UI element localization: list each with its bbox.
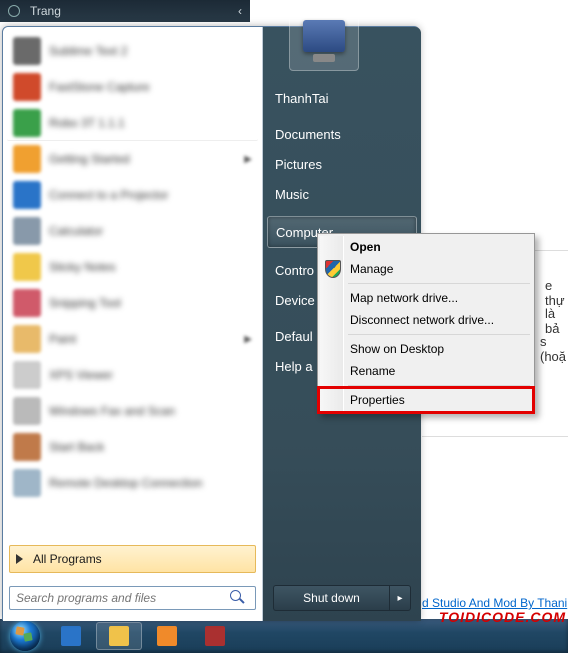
context-item-label: Rename bbox=[350, 364, 395, 378]
context-item-label: Open bbox=[350, 240, 381, 254]
user-avatar[interactable] bbox=[289, 1, 359, 71]
all-programs-button[interactable]: All Programs bbox=[9, 545, 256, 573]
watermark: TOIDICODE.COM bbox=[439, 609, 566, 625]
context-item-properties[interactable]: Properties bbox=[320, 389, 532, 411]
program-icon bbox=[13, 361, 41, 389]
computer-icon bbox=[303, 20, 345, 52]
program-icon bbox=[13, 433, 41, 461]
shutdown-options-button[interactable]: ▸ bbox=[389, 585, 411, 611]
program-label: Sublime Text 2 bbox=[49, 44, 128, 58]
context-item-map-network-drive-[interactable]: Map network drive... bbox=[320, 287, 532, 309]
pinned-program-item[interactable]: Snipping Tool bbox=[7, 285, 258, 321]
context-item-show-on-desktop[interactable]: Show on Desktop bbox=[320, 338, 532, 360]
shutdown-label: Shut down bbox=[303, 591, 360, 605]
triangle-right-icon bbox=[16, 554, 23, 564]
context-item-label: Manage bbox=[350, 262, 393, 276]
program-label: Connect to a Projector bbox=[49, 188, 168, 202]
context-item-label: Map network drive... bbox=[350, 291, 458, 305]
program-label: XPS Viewer bbox=[49, 368, 113, 382]
pinned-program-item[interactable]: Calculator bbox=[7, 213, 258, 249]
taskbar-button[interactable] bbox=[96, 622, 142, 650]
program-icon bbox=[13, 253, 41, 281]
pinned-program-item[interactable]: FastStone Capture bbox=[7, 69, 258, 105]
pinned-program-item[interactable]: Sticky Notes bbox=[7, 249, 258, 285]
context-item-manage[interactable]: Manage bbox=[320, 258, 532, 280]
globe-icon bbox=[8, 5, 20, 17]
pinned-program-item[interactable]: Getting Started ▶ bbox=[7, 141, 258, 177]
windows-orb-icon bbox=[10, 621, 40, 651]
program-icon bbox=[13, 397, 41, 425]
program-label: Calculator bbox=[49, 224, 103, 238]
start-button[interactable] bbox=[4, 621, 46, 651]
chevron-left-icon: ‹ bbox=[238, 4, 242, 18]
right-pane-item-documents[interactable]: Documents bbox=[263, 119, 421, 149]
search-input[interactable] bbox=[9, 586, 256, 610]
right-pane-item-pictures[interactable]: Pictures bbox=[263, 149, 421, 179]
program-label: Sticky Notes bbox=[49, 260, 116, 274]
search-icon[interactable] bbox=[230, 590, 244, 604]
ie-icon bbox=[61, 626, 81, 646]
context-separator bbox=[348, 385, 530, 386]
context-menu: Open Manage Map network drive... Disconnect… bbox=[317, 233, 535, 414]
pinned-program-item[interactable]: Remote Desktop Connection bbox=[7, 465, 258, 501]
program-icon bbox=[13, 37, 41, 65]
pinned-program-item[interactable]: Windows Fax and Scan bbox=[7, 393, 258, 429]
chevron-right-icon: ▶ bbox=[244, 334, 252, 345]
program-icon bbox=[13, 109, 41, 137]
context-item-open[interactable]: Open bbox=[320, 236, 532, 258]
program-label: Remote Desktop Connection bbox=[49, 476, 202, 490]
context-item-label: Properties bbox=[350, 393, 405, 407]
pinned-program-item[interactable]: Start Back bbox=[7, 429, 258, 465]
pinned-program-item[interactable]: Paint ▶ bbox=[7, 321, 258, 357]
program-label: Start Back bbox=[49, 440, 104, 454]
taskbar-button[interactable] bbox=[48, 622, 94, 650]
backdrop-link[interactable]: d Studio And Mod By Thani bbox=[422, 596, 567, 610]
right-pane-item-music[interactable]: Music bbox=[263, 179, 421, 209]
program-icon bbox=[13, 469, 41, 497]
context-item-label: Disconnect network drive... bbox=[350, 313, 494, 327]
pinned-program-item[interactable]: Robo 3T 1.1.1 bbox=[7, 105, 258, 141]
chevron-right-icon: ▶ bbox=[244, 154, 252, 165]
taskbar-button[interactable] bbox=[144, 622, 190, 650]
shield-icon bbox=[325, 260, 343, 278]
shutdown-button[interactable]: Shut down bbox=[273, 585, 389, 611]
search-field-wrap bbox=[9, 585, 256, 611]
program-icon bbox=[13, 217, 41, 245]
explorer-icon bbox=[109, 626, 129, 646]
program-label: Snipping Tool bbox=[49, 296, 121, 310]
context-item-label: Show on Desktop bbox=[350, 342, 444, 356]
program-label: Windows Fax and Scan bbox=[49, 404, 175, 418]
backdrop-rule bbox=[422, 436, 568, 437]
pinned-program-item[interactable]: XPS Viewer bbox=[7, 357, 258, 393]
wmp-icon bbox=[157, 626, 177, 646]
backdrop-text: e thự bbox=[545, 278, 568, 308]
program-label: Robo 3T 1.1.1 bbox=[49, 116, 125, 130]
program-icon bbox=[13, 289, 41, 317]
backdrop-text: s (hoặ bbox=[540, 334, 568, 364]
program-icon bbox=[13, 73, 41, 101]
pinned-program-item[interactable]: Sublime Text 2 bbox=[7, 33, 258, 69]
start-left-pane: Sublime Text 2 FastStone Capture Robo 3T… bbox=[3, 27, 263, 621]
program-icon bbox=[13, 145, 41, 173]
taskbar-button[interactable] bbox=[192, 622, 238, 650]
context-item-disconnect-network-drive-[interactable]: Disconnect network drive... bbox=[320, 309, 532, 331]
window-titlebar: Trang ‹ bbox=[0, 0, 250, 22]
context-item-rename[interactable]: Rename bbox=[320, 360, 532, 382]
program-label: Getting Started bbox=[49, 152, 130, 166]
program-icon bbox=[13, 325, 41, 353]
program-icon bbox=[13, 181, 41, 209]
app-icon bbox=[205, 626, 225, 646]
window-title: Trang bbox=[30, 4, 61, 18]
all-programs-label: All Programs bbox=[33, 552, 102, 566]
backdrop-text: là bả bbox=[545, 306, 568, 336]
context-separator bbox=[348, 283, 530, 284]
program-label: Paint bbox=[49, 332, 76, 346]
context-separator bbox=[348, 334, 530, 335]
user-name-item[interactable]: ThanhTai bbox=[263, 83, 421, 113]
program-label: FastStone Capture bbox=[49, 80, 150, 94]
pinned-program-item[interactable]: Connect to a Projector bbox=[7, 177, 258, 213]
